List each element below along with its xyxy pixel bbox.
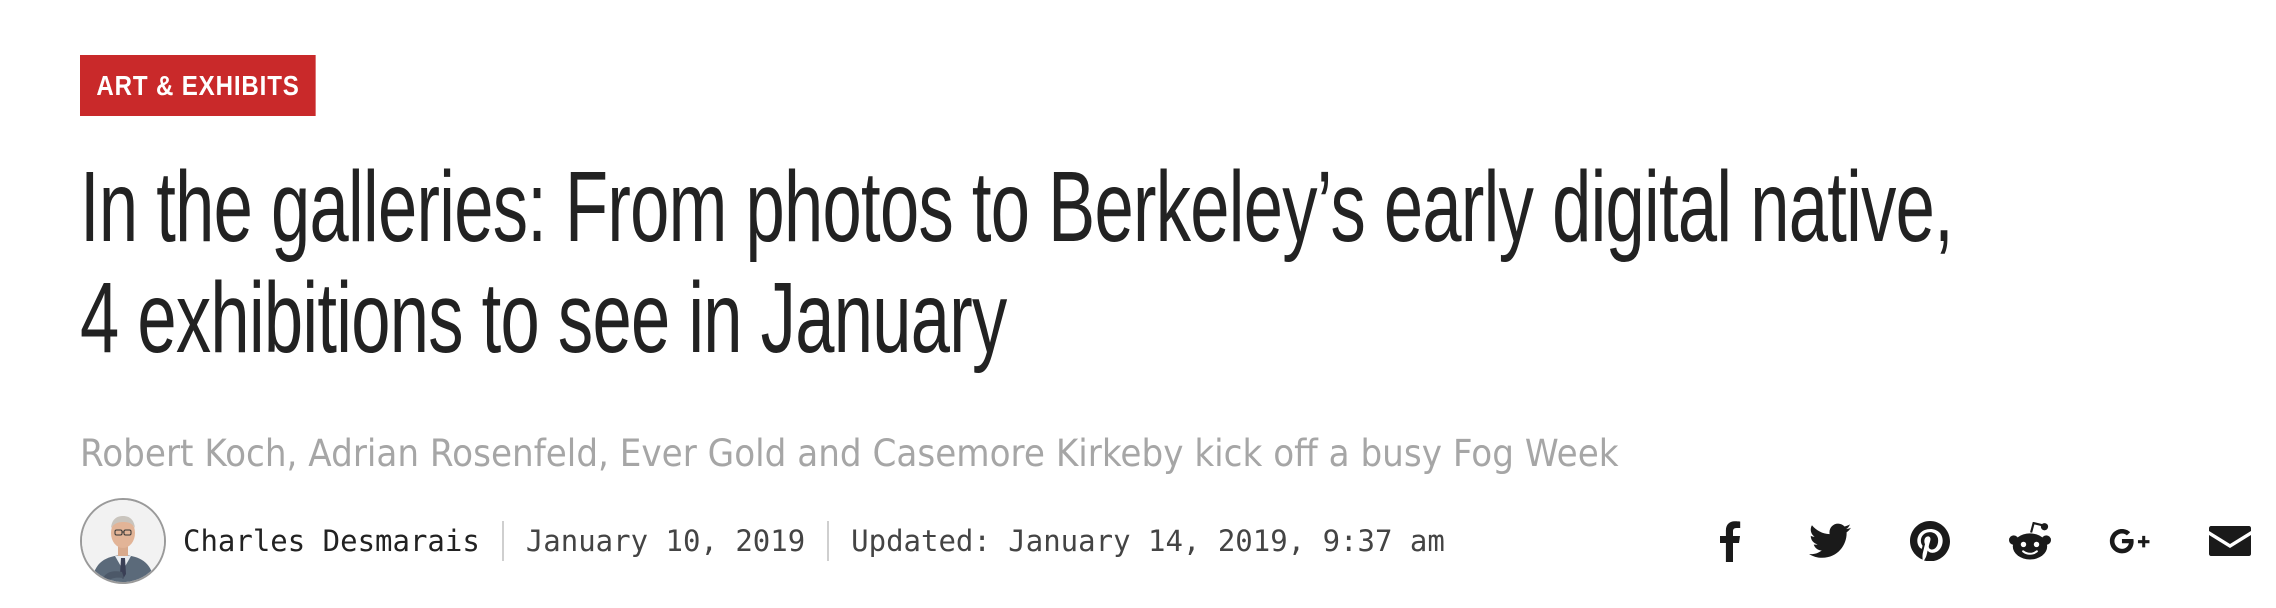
article-header: ART & EXHIBITS In the galleries: From ph…	[0, 0, 2276, 608]
twitter-icon	[1809, 523, 1851, 558]
headline-line-1: In the galleries: From photos to Berkele…	[80, 151, 1954, 263]
email-icon	[2209, 526, 2251, 556]
reddit-icon	[2009, 522, 2051, 560]
publish-date: January 10, 2019	[525, 524, 806, 558]
updated-date: Updated: January 14, 2019, 9:37 am	[851, 524, 1445, 558]
share-bar	[1652, 497, 2252, 585]
facebook-icon	[1720, 521, 1741, 562]
reddit-share-button[interactable]	[2008, 519, 2052, 563]
byline-divider	[501, 521, 504, 561]
google-plus-share-button[interactable]	[2108, 519, 2152, 563]
category-badge[interactable]: ART & EXHIBITS	[80, 55, 317, 116]
byline-row: Charles Desmarais January 10, 2019 Updat…	[80, 497, 2252, 585]
facebook-share-button[interactable]	[1708, 519, 1752, 563]
author-name[interactable]: Charles Desmarais	[183, 524, 480, 558]
pinterest-icon	[1910, 521, 1950, 561]
email-share-button[interactable]	[2208, 519, 2252, 563]
byline-divider	[827, 521, 830, 561]
author-portrait-icon	[82, 500, 164, 582]
google-plus-icon	[2109, 528, 2150, 554]
article-dek: Robert Koch, Adrian Rosenfeld, Ever Gold…	[80, 432, 1619, 475]
author-avatar[interactable]	[80, 498, 166, 584]
headline-line-2: 4 exhibitions to see in January	[80, 262, 1007, 374]
pinterest-share-button[interactable]	[1908, 519, 1952, 563]
headline: In the galleries: From photos to Berkele…	[80, 151, 1954, 374]
byline-meta: Charles Desmarais January 10, 2019 Updat…	[183, 521, 1445, 561]
twitter-share-button[interactable]	[1808, 519, 1852, 563]
